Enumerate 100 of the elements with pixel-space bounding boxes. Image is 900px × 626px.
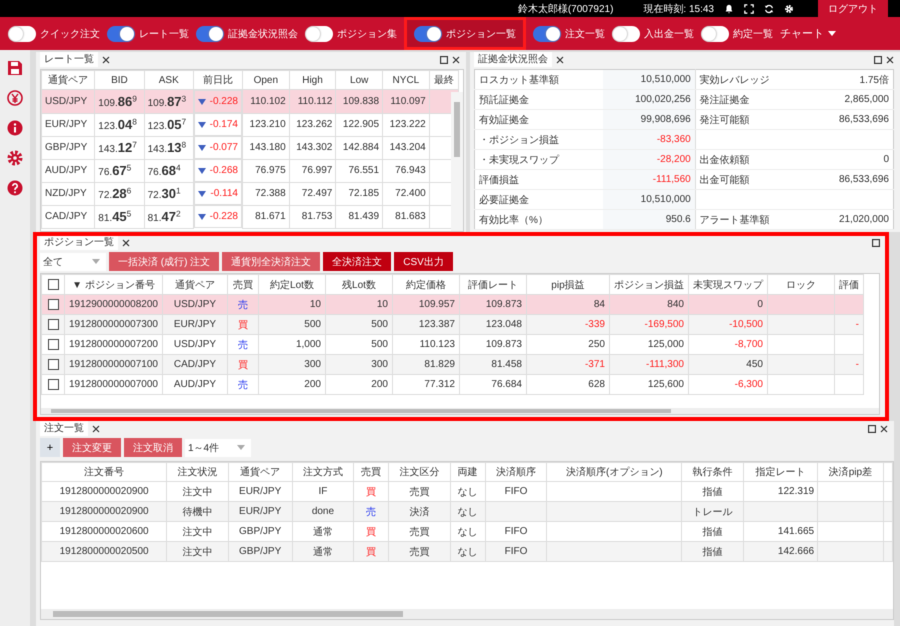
help-icon[interactable] (7, 180, 23, 196)
info-icon[interactable] (7, 120, 23, 136)
row-checkbox[interactable] (48, 318, 58, 330)
close-icon[interactable] (92, 424, 100, 432)
save-icon[interactable] (7, 60, 23, 76)
field-value: 86,533,696 (808, 170, 894, 190)
logout-button[interactable]: ログアウト (818, 0, 888, 17)
column-header[interactable]: 指定レート (743, 462, 818, 482)
panel-tab[interactable]: 注文一覧 (40, 421, 88, 436)
yen-icon[interactable] (7, 90, 23, 106)
table-cell: NZD/JPY (42, 182, 95, 205)
table-cell: 123.05$^{7}$ (144, 113, 194, 136)
toggle-switch[interactable] (107, 26, 135, 42)
close-icon[interactable] (556, 56, 564, 64)
toggle-label[interactable]: 約定一覧 (733, 26, 773, 40)
toggle-switch[interactable] (8, 26, 36, 42)
field-label: ・未実現スワップ (474, 150, 602, 170)
add-button[interactable]: + (40, 438, 60, 457)
panel-tab[interactable]: 証拠金状況照会 (474, 52, 552, 67)
fullscreen-icon[interactable] (744, 4, 754, 14)
column-header[interactable]: pip損益 (526, 274, 610, 294)
table-cell: 142.884 (336, 136, 383, 159)
scrollbar[interactable] (41, 609, 893, 619)
chart-menu[interactable]: チャート (780, 26, 836, 41)
toggle-label[interactable]: レート一覧 (139, 26, 189, 40)
maximize-icon[interactable] (868, 424, 876, 432)
row-checkbox[interactable] (48, 298, 58, 310)
table-cell: 142.666 (743, 542, 818, 562)
toggle-switch[interactable] (612, 26, 640, 42)
toggle-label[interactable]: 証拠金状況照会 (228, 26, 298, 40)
panel-tab[interactable]: ポジション一覧 (40, 235, 118, 250)
filter-dropdown[interactable]: 全て (40, 252, 106, 270)
column-header[interactable]: 注文番号 (42, 462, 167, 482)
action-button[interactable]: CSV出力 (394, 252, 453, 271)
scrollbar[interactable] (451, 92, 463, 231)
table-cell: -111,300 (609, 354, 688, 374)
close-icon[interactable] (452, 56, 460, 64)
column-header[interactable]: ▼ ポジション番号 (64, 274, 162, 294)
action-button[interactable]: 注文変更 (63, 438, 121, 457)
table-cell: なし (450, 542, 486, 562)
action-button[interactable]: 全決済注文 (323, 252, 392, 271)
table-cell: 123.222 (382, 113, 430, 136)
column-header[interactable]: 決済pip差 (818, 462, 884, 482)
close-icon[interactable] (880, 424, 888, 432)
table-cell: 10 (258, 294, 326, 314)
field-label: 出金依頼額 (695, 150, 809, 170)
field-label: 有効証拠金 (474, 110, 602, 130)
column-header[interactable]: 通貨ペア (228, 462, 292, 482)
field-value: -83,360 (602, 130, 696, 150)
table-cell: 72.388 (242, 182, 290, 205)
close-icon[interactable] (102, 56, 110, 64)
table-cell: 76.997 (289, 159, 336, 182)
current-time: 現在時刻: 15:43 (643, 2, 714, 16)
toggle-switch[interactable] (701, 26, 729, 42)
column-header[interactable]: 注文方式 (292, 462, 354, 482)
refresh-icon[interactable] (764, 4, 774, 14)
toggle-label[interactable]: ポジション集 (337, 26, 397, 40)
action-button[interactable]: 一括決済 (成行) 注文 (109, 252, 220, 271)
toggle-switch[interactable] (196, 26, 224, 42)
table-cell: - (834, 354, 864, 374)
panel-tab[interactable]: レート一覧 (40, 52, 98, 67)
scrollbar[interactable] (41, 408, 879, 414)
maximize-icon[interactable] (872, 238, 880, 246)
row-checkbox[interactable] (48, 338, 58, 350)
select-all-checkbox[interactable] (48, 278, 58, 290)
table-cell: 76.551 (336, 159, 383, 182)
column-header[interactable]: 両建 (450, 462, 486, 482)
table-cell: 500 (258, 314, 326, 334)
toggle-label[interactable]: クイック注文 (40, 26, 100, 40)
maximize-icon[interactable] (440, 56, 448, 64)
bell-icon[interactable] (724, 4, 734, 14)
toggle-switch[interactable] (305, 26, 333, 42)
column-header[interactable]: 決済順序(オプション) (546, 462, 682, 482)
row-checkbox[interactable] (48, 358, 58, 370)
close-icon[interactable] (122, 238, 130, 246)
close-icon[interactable] (886, 56, 894, 64)
column-header[interactable]: 注文区分 (388, 462, 450, 482)
toggle-label[interactable]: 入出金一覧 (644, 26, 694, 40)
range-dropdown[interactable]: 1～4件 (185, 438, 251, 456)
action-button[interactable]: 注文取消 (124, 438, 182, 457)
table-cell: done (292, 502, 354, 522)
row-checkbox[interactable] (48, 378, 58, 390)
column-header[interactable]: 注文状況 (166, 462, 228, 482)
column-header[interactable]: 通貨ペア (42, 70, 95, 90)
maximize-icon[interactable] (874, 56, 882, 64)
column-header[interactable]: 決済順序 (485, 462, 547, 482)
table-cell: 123.262 (289, 113, 336, 136)
table-cell: -0.228 (210, 211, 238, 222)
toggle-label[interactable]: 注文一覧 (565, 26, 605, 40)
action-button[interactable]: 通貨別全決済注文 (222, 252, 320, 271)
toggle-switch[interactable] (414, 26, 442, 42)
table-cell: -169,500 (609, 314, 688, 334)
column-header[interactable]: 売買 (354, 462, 389, 482)
toggle-switch[interactable] (533, 26, 561, 42)
column-header[interactable]: 執行条件 (682, 462, 744, 482)
table-cell: 81.439 (336, 205, 383, 228)
toggle-label[interactable]: ポジション一覧 (446, 26, 516, 40)
table-cell: 待機中 (166, 502, 228, 522)
table-cell: 300 (258, 354, 326, 374)
table-cell: 72.28$^{6}$ (94, 182, 144, 205)
